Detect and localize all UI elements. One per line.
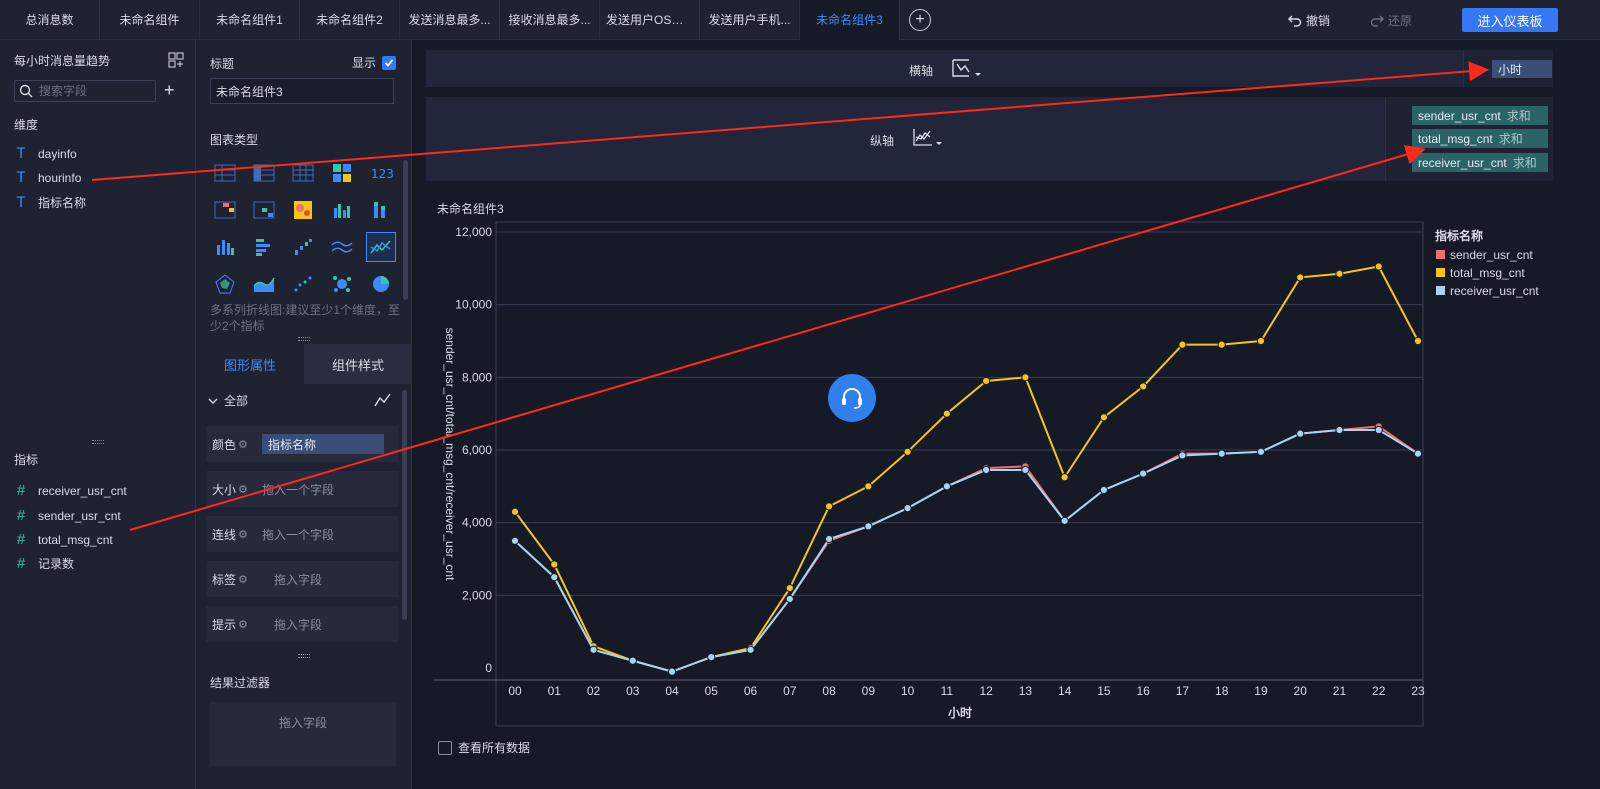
annotation-arrows <box>91 61 1489 531</box>
arrow-metrics-to-y-axis <box>129 144 1426 531</box>
arrow-hourinfo-to-x-axis <box>91 61 1489 181</box>
